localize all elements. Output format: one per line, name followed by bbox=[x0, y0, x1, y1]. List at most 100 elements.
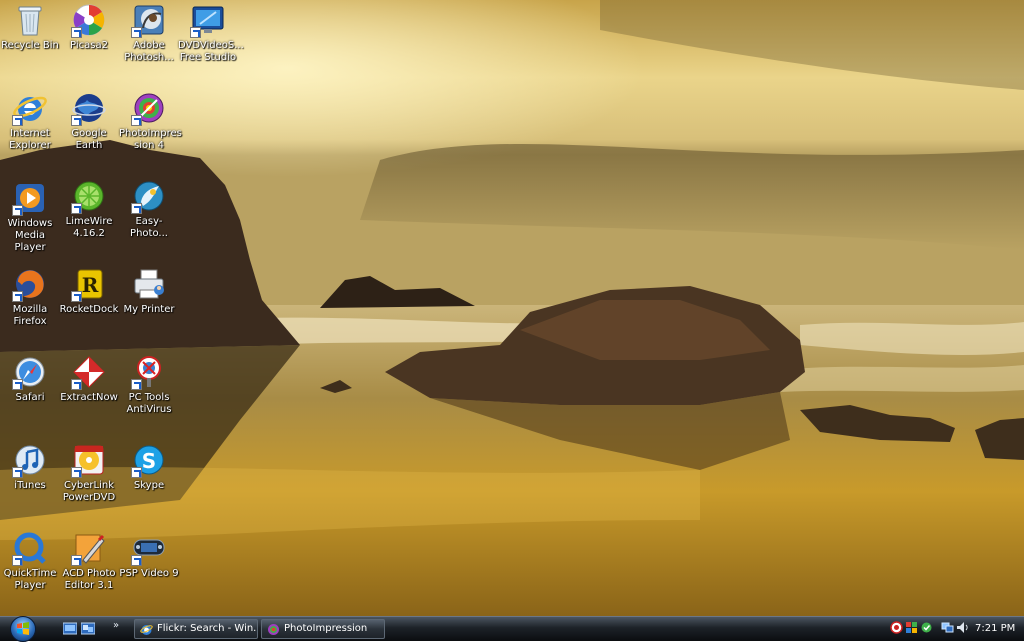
desktop-icon-label: Mozilla Firefox bbox=[12, 304, 48, 327]
shortcut-arrow-icon bbox=[12, 115, 23, 126]
desktop-icon-rocketdock[interactable]: R RocketDock bbox=[59, 266, 119, 316]
desktop-icon-label: RocketDock bbox=[59, 304, 119, 315]
svg-text:R: R bbox=[82, 273, 99, 297]
desktop-icon-label: DVDVideoS... Free Studio bbox=[178, 40, 244, 63]
desktop-icon-label: Recycle Bin bbox=[1, 40, 59, 51]
acd-photo-editor-icon bbox=[71, 530, 107, 566]
desktop-icon-pc-tools-antivirus[interactable]: PC Tools AntiVirus bbox=[119, 354, 179, 416]
update-tray-icon[interactable] bbox=[920, 621, 933, 634]
taskbar-button-flickr-search[interactable]: Flickr: Search - Win... bbox=[134, 619, 258, 639]
desktop-icon-label: Easy-Photo... bbox=[130, 216, 168, 239]
security-center-tray-icon[interactable] bbox=[905, 621, 918, 634]
desktop-icon-internet-explorer[interactable]: Internet Explorer bbox=[0, 90, 60, 152]
show-desktop-icon[interactable] bbox=[63, 622, 77, 635]
desktop-icon-dvdvideosoft-free-studio[interactable]: DVDVideoS... Free Studio bbox=[178, 2, 244, 64]
desktop-icon-photoimpression[interactable]: PhotoImpres sion 4 bbox=[119, 90, 182, 152]
skype-icon: S bbox=[131, 442, 167, 478]
internet-explorer-icon bbox=[140, 625, 153, 635]
taskbar-clock[interactable]: 7:21 PM bbox=[975, 617, 1015, 641]
desktop-icon-label: Safari bbox=[15, 392, 45, 403]
start-button[interactable] bbox=[4, 616, 40, 642]
shortcut-arrow-icon bbox=[131, 555, 142, 566]
desktop-icon-my-printer[interactable]: My Printer bbox=[119, 266, 179, 316]
switch-windows-icon[interactable] bbox=[81, 622, 95, 635]
desktop-icon-label: Skype bbox=[133, 480, 165, 491]
quick-launch-overflow-button[interactable]: » bbox=[113, 620, 119, 631]
desktop-icon-safari[interactable]: Safari bbox=[0, 354, 60, 404]
shortcut-arrow-icon bbox=[12, 555, 23, 566]
desktop-icon-extractnow[interactable]: ExtractNow bbox=[59, 354, 119, 404]
easy-photo-icon bbox=[131, 178, 167, 214]
shortcut-arrow-icon bbox=[71, 467, 82, 478]
desktop-icon-adobe-photoshop[interactable]: Adobe Photosh... bbox=[119, 2, 179, 64]
shortcut-arrow-icon bbox=[12, 467, 23, 478]
desktop-icon-label: QuickTime Player bbox=[3, 568, 57, 591]
shortcut-arrow-icon bbox=[131, 115, 142, 126]
picasa-icon bbox=[71, 2, 107, 38]
shortcut-arrow-icon bbox=[131, 467, 142, 478]
shortcut-arrow-icon bbox=[12, 205, 23, 216]
printer-icon bbox=[131, 266, 167, 302]
desktop-icon-recycle-bin[interactable]: Recycle Bin bbox=[0, 2, 60, 52]
windows-media-player-icon bbox=[12, 180, 48, 216]
desktop-icon-windows-media-player[interactable]: Windows Media Player bbox=[0, 180, 60, 254]
shortcut-arrow-icon bbox=[131, 379, 142, 390]
photoshop-icon bbox=[131, 2, 167, 38]
desktop-icon-psp-video-9[interactable]: PSP Video 9 bbox=[119, 530, 179, 580]
windows-logo-icon bbox=[17, 622, 29, 635]
pc-tools-antivirus-icon bbox=[131, 354, 167, 390]
desktop-icon-cyberlink-powerdvd[interactable]: CyberLink PowerDVD bbox=[59, 442, 119, 504]
shortcut-arrow-icon bbox=[71, 291, 82, 302]
desktop-icon-label: Picasa2 bbox=[70, 40, 108, 51]
desktop-icon-easy-photo[interactable]: Easy-Photo... bbox=[119, 178, 179, 240]
powerdvd-icon bbox=[71, 442, 107, 478]
desktop-icon-quicktime-player[interactable]: QuickTime Player bbox=[0, 530, 60, 592]
taskbar-button-label: Flickr: Search - Win... bbox=[157, 623, 258, 634]
dvdvideosoft-monitor-icon bbox=[190, 2, 226, 38]
shortcut-arrow-icon bbox=[12, 291, 23, 302]
photoimpression-icon bbox=[131, 90, 167, 126]
shortcut-arrow-icon bbox=[131, 203, 142, 214]
desktop-icon-label: Internet Explorer bbox=[9, 128, 51, 151]
desktop-icon-label: Adobe Photosh... bbox=[124, 40, 174, 63]
google-earth-icon bbox=[71, 90, 107, 126]
volume-tray-icon[interactable] bbox=[956, 621, 969, 634]
desktop-icon-label: My Printer bbox=[123, 304, 175, 315]
extractnow-icon bbox=[71, 354, 107, 390]
firefox-icon bbox=[12, 266, 48, 302]
desktop-icon-itunes[interactable]: iTunes bbox=[0, 442, 60, 492]
desktop-icon-label: PSP Video 9 bbox=[119, 568, 179, 579]
safari-compass-icon bbox=[12, 354, 48, 390]
desktop-icon-google-earth[interactable]: Google Earth bbox=[59, 90, 119, 152]
shortcut-arrow-icon bbox=[190, 27, 201, 38]
limewire-icon bbox=[71, 178, 107, 214]
desktop-icon-mozilla-firefox[interactable]: Mozilla Firefox bbox=[0, 266, 60, 328]
psp-video-icon bbox=[131, 530, 167, 566]
shortcut-arrow-icon bbox=[71, 379, 82, 390]
rocketdock-icon: R bbox=[71, 266, 107, 302]
shortcut-arrow-icon bbox=[71, 555, 82, 566]
itunes-icon bbox=[12, 442, 48, 478]
antivirus-tray-icon[interactable] bbox=[890, 621, 903, 634]
taskbar-button-photoimpression[interactable]: PhotoImpression bbox=[261, 619, 385, 639]
svg-text:S: S bbox=[142, 449, 156, 473]
desktop-icon-limewire[interactable]: LimeWire 4.16.2 bbox=[59, 178, 119, 240]
internet-explorer-icon bbox=[12, 90, 48, 126]
shortcut-arrow-icon bbox=[131, 27, 142, 38]
recycle-bin-icon bbox=[12, 2, 48, 38]
desktop-icon-picasa2[interactable]: Picasa2 bbox=[59, 2, 119, 52]
shortcut-arrow-icon bbox=[71, 115, 82, 126]
desktop-icon-label: iTunes bbox=[14, 480, 46, 491]
desktop-icon-acd-photo-editor[interactable]: ACD Photo Editor 3.1 bbox=[59, 530, 119, 592]
desktop-icon-skype[interactable]: S Skype bbox=[119, 442, 179, 492]
desktop-icon-label: ACD Photo Editor 3.1 bbox=[62, 568, 116, 591]
desktop-icon-label: LimeWire 4.16.2 bbox=[65, 216, 113, 239]
shortcut-arrow-icon bbox=[12, 379, 23, 390]
desktop-icon-label: Google Earth bbox=[71, 128, 107, 151]
photoimpression-icon bbox=[268, 624, 279, 635]
taskbar-button-label: PhotoImpression bbox=[284, 623, 368, 634]
quicktime-icon bbox=[12, 530, 48, 566]
desktop-icon-label: PhotoImpres sion 4 bbox=[119, 128, 182, 151]
desktop-icon-label: ExtractNow bbox=[60, 392, 118, 403]
network-tray-icon[interactable] bbox=[941, 621, 954, 634]
